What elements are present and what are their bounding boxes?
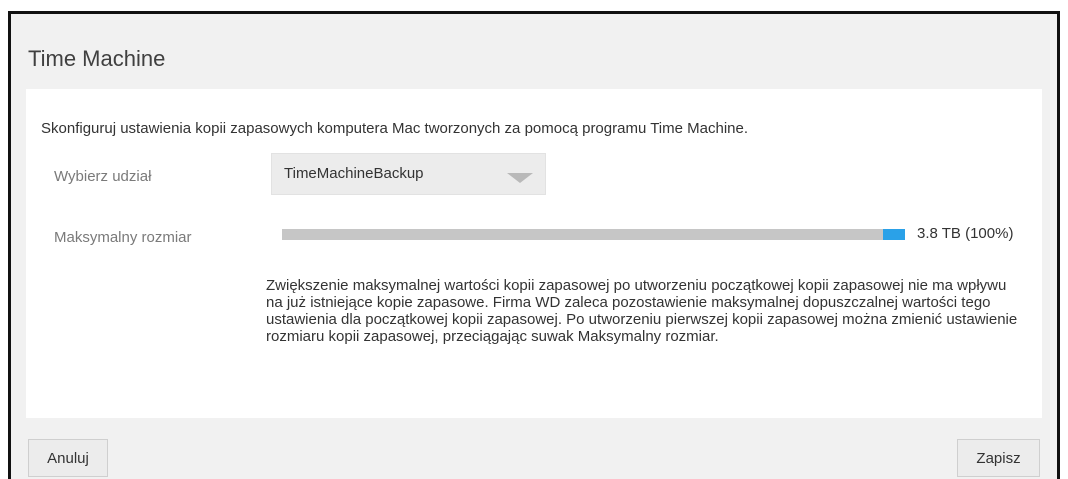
chevron-down-icon (507, 173, 533, 183)
slider-handle[interactable] (883, 229, 905, 240)
share-label: Wybierz udział (54, 168, 152, 185)
slider-fill (282, 229, 894, 240)
share-dropdown-value: TimeMachineBackup (284, 165, 424, 182)
dialog-title: Time Machine (28, 46, 166, 71)
time-machine-dialog: Time Machine Skonfiguruj ustawienia kopi… (8, 11, 1060, 479)
settings-panel: Skonfiguruj ustawienia kopii zapasowych … (26, 89, 1042, 418)
save-button[interactable]: Zapisz (957, 439, 1040, 477)
share-dropdown[interactable]: TimeMachineBackup (271, 153, 546, 195)
max-size-value: 3.8 TB (100%) (917, 225, 1014, 242)
intro-text: Skonfiguruj ustawienia kopii zapasowych … (41, 120, 748, 137)
info-note: Zwiększenie maksymalnej wartości kopii z… (266, 277, 1018, 345)
max-size-slider[interactable] (282, 229, 905, 240)
max-size-label: Maksymalny rozmiar (54, 229, 192, 246)
cancel-button[interactable]: Anuluj (28, 439, 108, 477)
